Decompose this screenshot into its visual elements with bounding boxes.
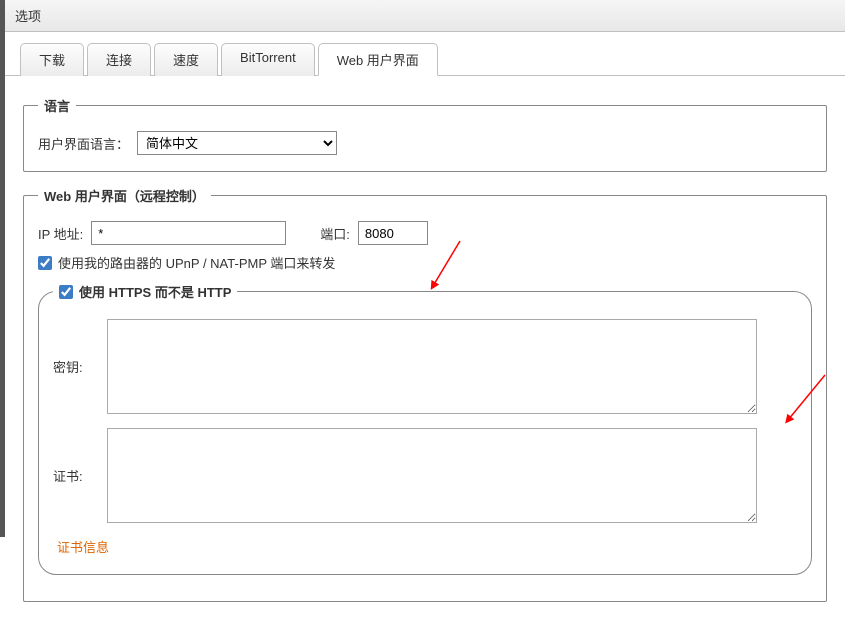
https-fieldset: 使用 HTTPS 而不是 HTTP 密钥: 证书: 证书信息 <box>38 282 812 575</box>
cert-textarea[interactable] <box>107 428 757 523</box>
language-label: 用户界面语言： <box>38 134 129 153</box>
webui-fieldset: Web 用户界面（远程控制） IP 地址: 端口: 使用我的路由器的 UPnP … <box>23 186 827 602</box>
tabs: 下载 连接 速度 BitTorrent Web 用户界面 <box>5 32 845 76</box>
window-title: 选项 <box>5 0 845 32</box>
port-label: 端口: <box>320 224 350 243</box>
options-window: 选项 下载 连接 速度 BitTorrent Web 用户界面 语言 用户界面语… <box>0 0 845 537</box>
ip-label: IP 地址: <box>38 224 83 243</box>
tab-connection[interactable]: 连接 <box>87 43 151 76</box>
key-label: 密钥: <box>53 357 93 376</box>
cert-label: 证书: <box>53 466 93 485</box>
tab-webui[interactable]: Web 用户界面 <box>318 43 438 76</box>
ip-input[interactable] <box>91 221 286 245</box>
tab-bittorrent[interactable]: BitTorrent <box>221 43 315 76</box>
language-select[interactable]: 简体中文 <box>137 131 337 155</box>
https-legend: 使用 HTTPS 而不是 HTTP <box>53 282 237 301</box>
content-area: 语言 用户界面语言： 简体中文 Web 用户界面（远程控制） IP 地址: 端口… <box>5 76 845 626</box>
https-checkbox[interactable] <box>59 285 73 299</box>
port-input[interactable] <box>358 221 428 245</box>
webui-legend: Web 用户界面（远程控制） <box>38 186 211 205</box>
key-textarea[interactable] <box>107 319 757 414</box>
language-fieldset: 语言 用户界面语言： 简体中文 <box>23 96 827 172</box>
tab-speed[interactable]: 速度 <box>154 43 218 76</box>
tab-download[interactable]: 下载 <box>20 43 84 76</box>
cert-info-link[interactable]: 证书信息 <box>57 537 797 556</box>
https-legend-text: 使用 HTTPS 而不是 HTTP <box>79 282 231 301</box>
language-legend: 语言 <box>38 96 76 115</box>
upnp-checkbox[interactable] <box>38 256 52 270</box>
upnp-label: 使用我的路由器的 UPnP / NAT-PMP 端口来转发 <box>58 253 335 272</box>
title-text: 选项 <box>15 9 41 24</box>
